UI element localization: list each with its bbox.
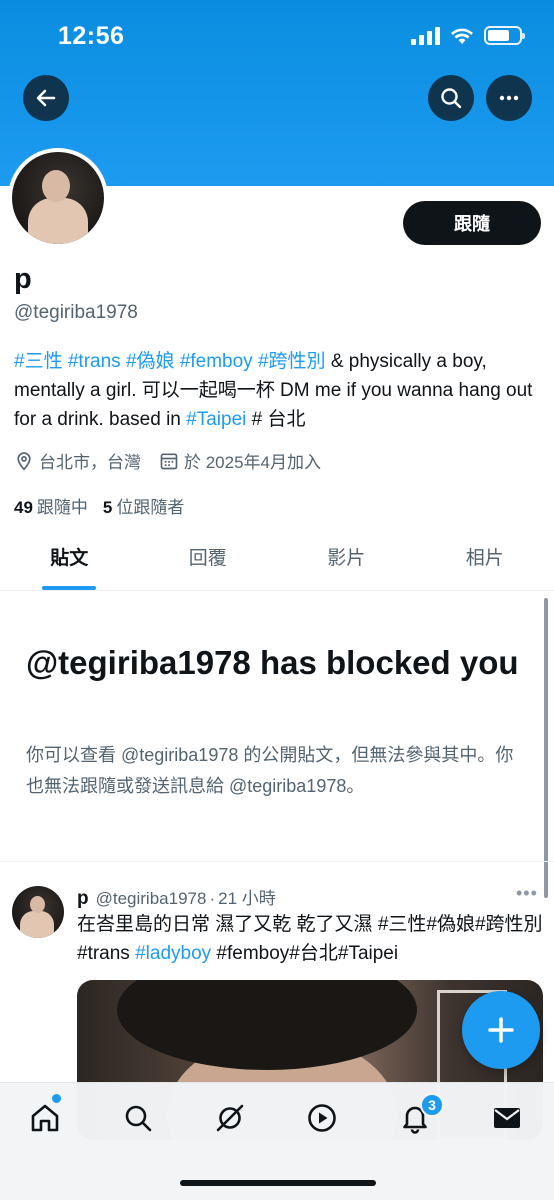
video-icon	[308, 1104, 336, 1132]
compose-post-button[interactable]	[462, 991, 540, 1069]
profile-bio: #三性 #trans #偽娘 #femboy #跨性別 & physically…	[14, 347, 544, 434]
scrollbar[interactable]	[544, 598, 548, 898]
notification-badge: 3	[420, 1093, 444, 1117]
bio-text: # 台北	[246, 409, 306, 430]
blocked-message: 你可以查看 @tegiriba1978 的公開貼文，但無法參與其中。你也無法跟隨…	[26, 745, 514, 796]
tab-replies[interactable]: 回覆	[139, 535, 278, 590]
profile-location: 台北市，台灣	[39, 453, 141, 472]
home-indicator[interactable]	[180, 1180, 376, 1186]
profile-search-button[interactable]	[428, 75, 474, 121]
grok-icon	[216, 1104, 244, 1132]
status-bar: 12:56	[0, 0, 554, 70]
blocked-title: @tegiriba1978 has blocked you	[26, 644, 519, 681]
more-horizontal-icon	[499, 95, 519, 101]
nav-search-button[interactable]	[121, 1101, 155, 1135]
post-avatar[interactable]	[12, 886, 64, 938]
following-link[interactable]: 49 跟隨中	[14, 493, 88, 518]
nav-home-button[interactable]	[28, 1101, 62, 1135]
hashtag-link[interactable]: #三性	[14, 351, 63, 372]
tab-videos[interactable]: 影片	[277, 535, 416, 590]
more-options-button[interactable]	[486, 75, 532, 121]
tab-posts[interactable]: 貼文	[0, 535, 139, 590]
post-time: 21 小時	[218, 889, 276, 908]
post-header: p @tegiriba1978 · 21 小時	[77, 884, 276, 910]
profile-handle: @tegiriba1978	[14, 302, 138, 323]
nav-messages-button[interactable]	[490, 1101, 524, 1135]
avatar-image	[12, 152, 104, 244]
hashtag-link[interactable]: #偽娘	[126, 351, 175, 372]
divider	[0, 861, 554, 862]
battery-icon	[484, 26, 525, 45]
calendar-icon	[160, 453, 178, 469]
tab-photos[interactable]: 相片	[416, 535, 554, 590]
status-time: 12:56	[58, 22, 125, 50]
followers-link[interactable]: 5 位跟隨者	[103, 493, 184, 518]
hashtag-link[interactable]: #femboy	[180, 351, 253, 372]
cellular-signal-icon	[411, 26, 440, 45]
nav-video-button[interactable]	[305, 1101, 339, 1135]
nav-grok-button[interactable]	[213, 1101, 247, 1135]
back-button[interactable]	[23, 75, 69, 121]
search-icon	[441, 88, 462, 109]
hashtag-link[interactable]: #trans	[68, 351, 121, 372]
profile-avatar[interactable]	[8, 148, 108, 248]
hashtag-link[interactable]: #ladyboy	[135, 943, 211, 964]
follow-button[interactable]: 跟隨	[403, 201, 541, 245]
hashtag-link[interactable]: #Taipei	[186, 409, 246, 430]
wifi-icon	[451, 28, 473, 44]
post-separator: ·	[209, 889, 216, 908]
post-text: 在峇里島的日常 濕了又乾 乾了又濕 #三性#偽娘#跨性別#trans #lady…	[77, 910, 543, 968]
post-text: #femboy#台北#Taipei	[211, 943, 399, 964]
home-unread-dot	[52, 1094, 61, 1103]
messages-icon	[494, 1108, 520, 1128]
profile-joined-date: 於 2025年4月加入	[184, 453, 321, 472]
plus-icon	[488, 1017, 514, 1043]
follow-stats: 49 跟隨中 5 位跟隨者	[14, 493, 184, 518]
profile-name: p	[14, 263, 32, 295]
arrow-left-icon	[36, 89, 56, 107]
location-pin-icon	[17, 451, 31, 471]
profile-tabs: 貼文 回覆 影片 相片	[0, 535, 554, 591]
hashtag-link[interactable]: #跨性別	[258, 351, 326, 372]
post-more-icon[interactable]: •••	[516, 883, 538, 904]
home-icon	[31, 1104, 59, 1132]
post-author-handle: @tegiriba1978	[95, 889, 207, 908]
post-author-name[interactable]: p	[77, 888, 89, 910]
search-icon	[125, 1105, 152, 1132]
profile-meta: 台北市，台灣 於 2025年4月加入	[14, 448, 321, 473]
